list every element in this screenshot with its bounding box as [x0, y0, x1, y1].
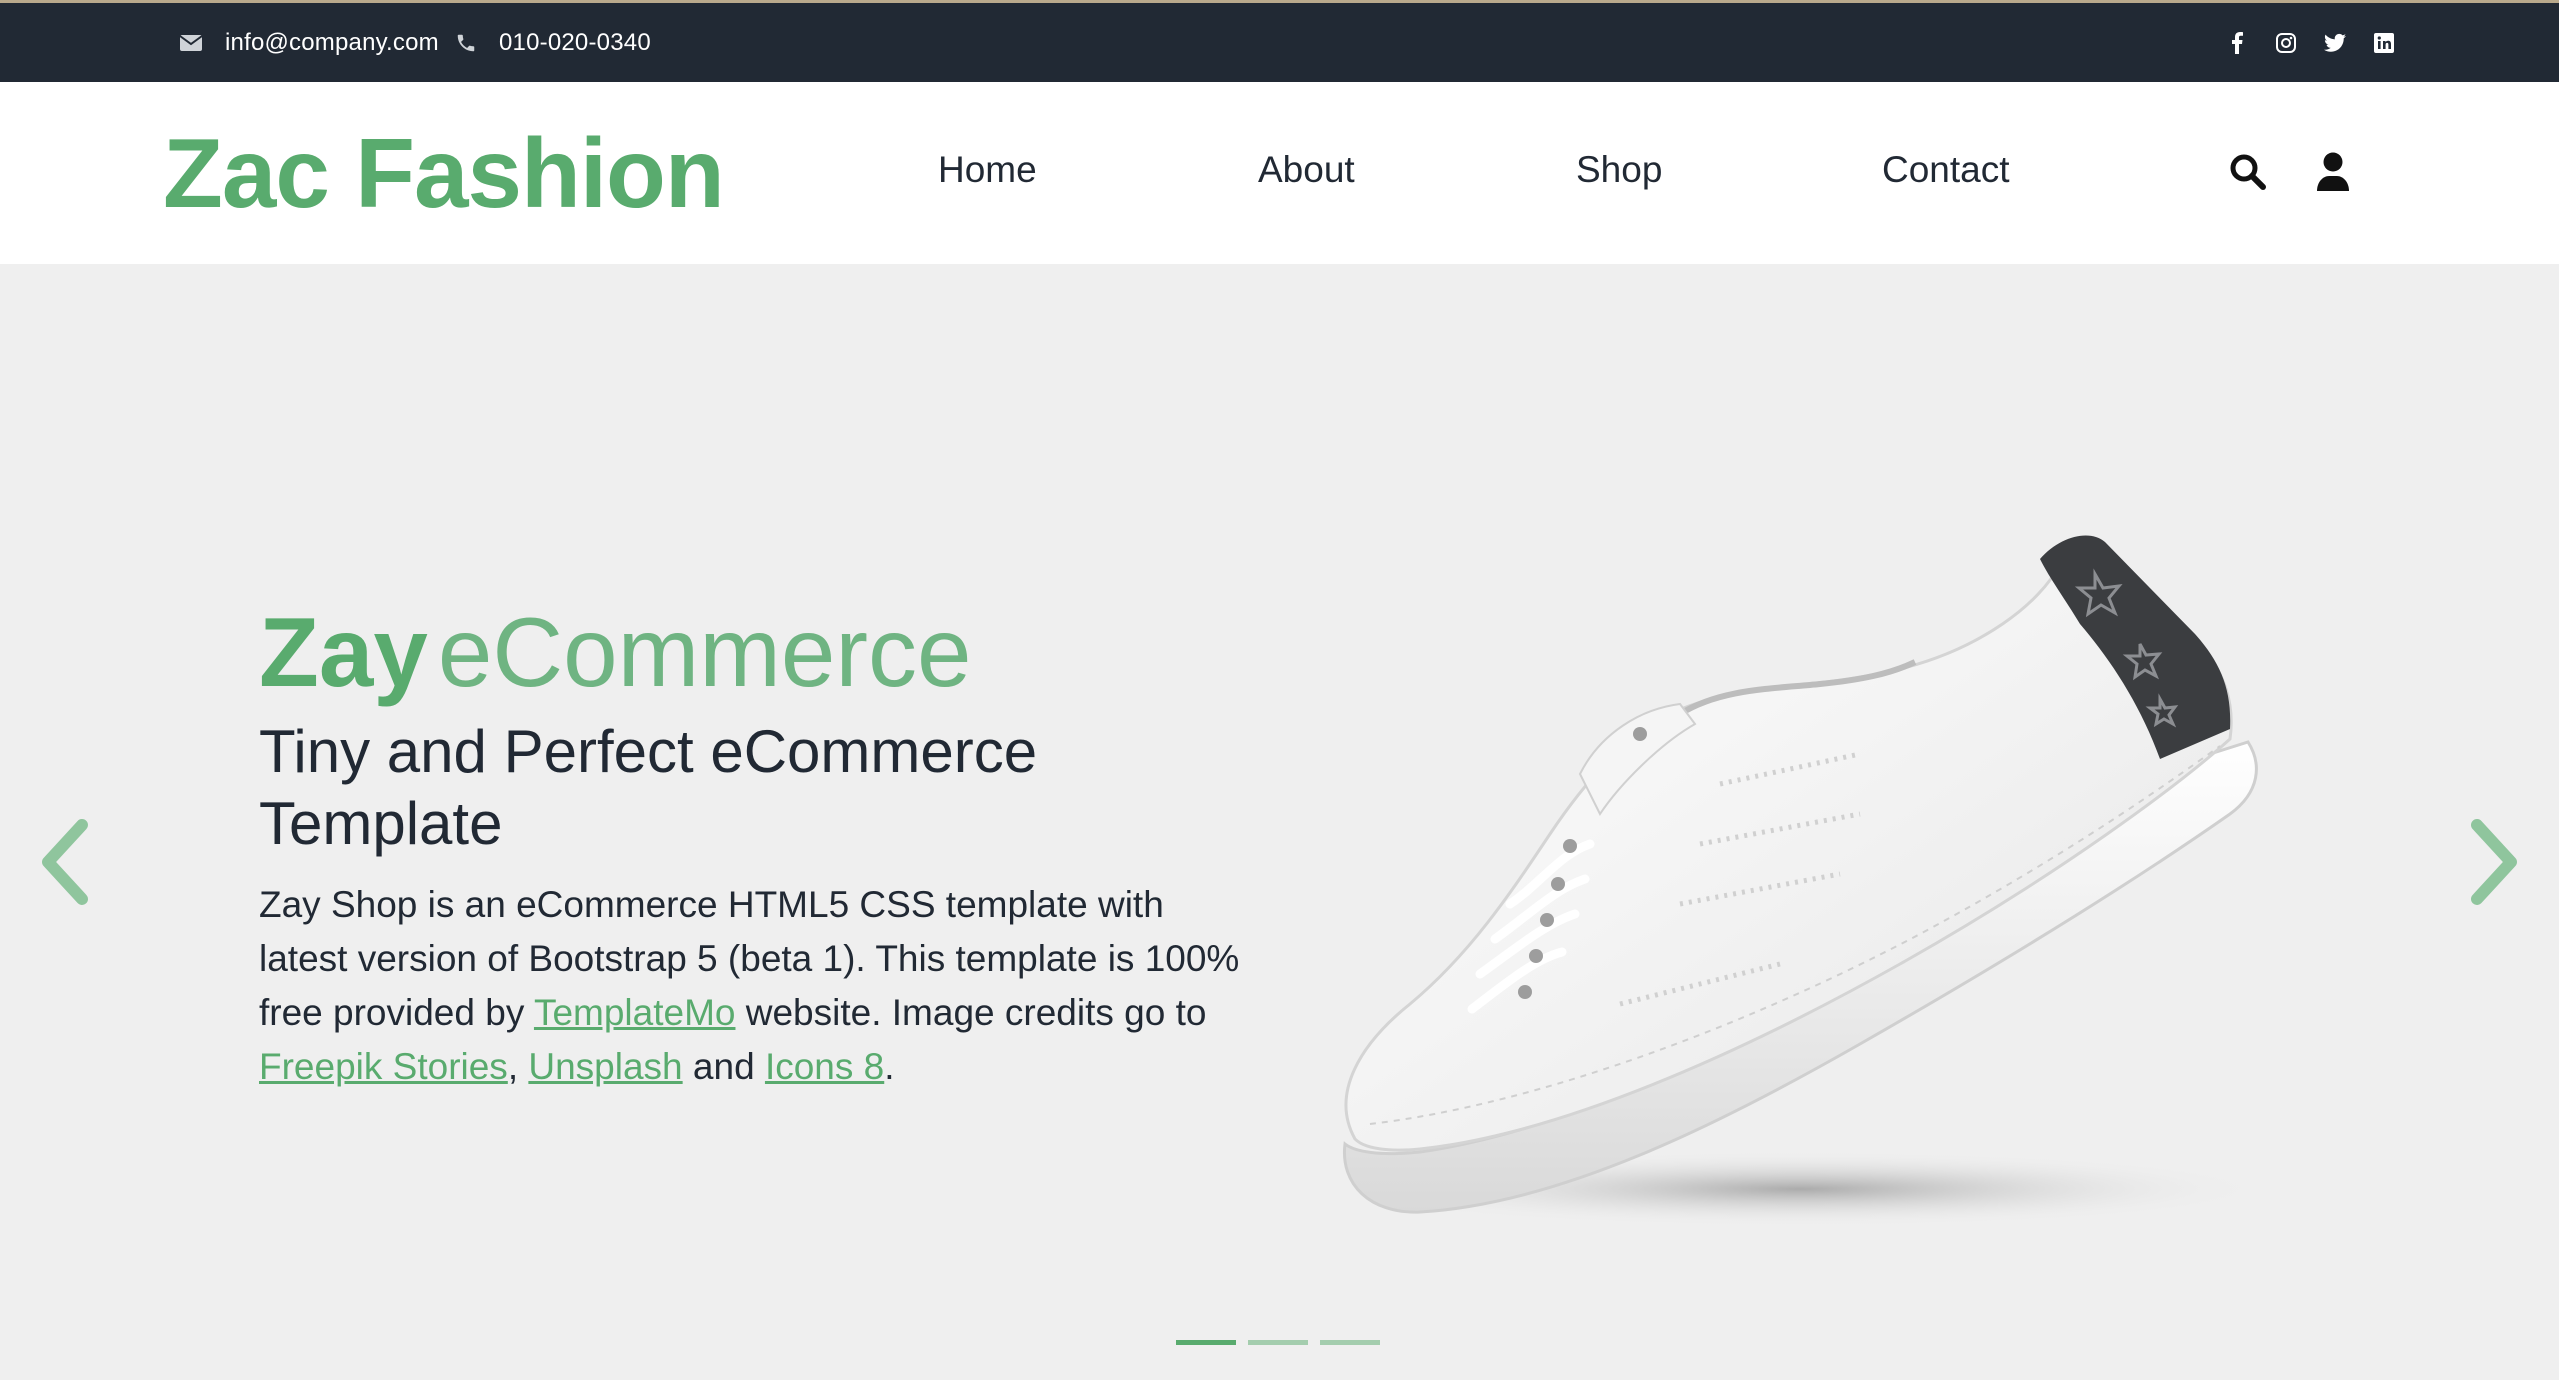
carousel-indicators	[1176, 1340, 1380, 1345]
instagram-icon[interactable]	[2275, 32, 2297, 54]
desc-comma: ,	[507, 1046, 529, 1087]
hero-title-bold: Zay	[259, 597, 428, 707]
envelope-icon	[179, 34, 203, 52]
hero-title-light: eCommerce	[437, 597, 972, 707]
brand-logo[interactable]: Zac Fashion	[163, 115, 725, 233]
main-navbar: Zac Fashion Home About Shop Contact	[0, 82, 2559, 264]
chevron-left-icon	[42, 819, 88, 905]
icons8-link[interactable]: Icons 8	[765, 1046, 884, 1087]
carousel-indicator-2[interactable]	[1248, 1340, 1308, 1345]
social-links	[2226, 3, 2395, 82]
carousel-prev-button[interactable]	[32, 812, 96, 912]
hero-subtitle: Tiny and Perfect eCommerce Template	[259, 718, 1038, 857]
search-icon[interactable]	[2226, 150, 2270, 194]
carousel-indicator-3[interactable]	[1320, 1340, 1380, 1345]
desc-and: and	[682, 1046, 765, 1087]
user-icon[interactable]	[2311, 150, 2355, 194]
twitter-icon[interactable]	[2324, 32, 2346, 54]
facebook-icon[interactable]	[2226, 31, 2248, 54]
desc-end: .	[884, 1046, 895, 1087]
email-link[interactable]: info@company.com	[179, 3, 439, 82]
top-info-bar: info@company.com 010-020-0340	[0, 0, 2559, 82]
phone-icon	[455, 32, 477, 54]
phone-link[interactable]: 010-020-0340	[455, 3, 651, 82]
chevron-right-icon	[2471, 819, 2517, 905]
hero-sneaker-image	[1330, 535, 2270, 1227]
nav-home[interactable]: Home	[938, 148, 1037, 192]
hero-description: Zay Shop is an eCommerce HTML5 CSS templ…	[259, 878, 1259, 1094]
unsplash-link[interactable]: Unsplash	[528, 1046, 682, 1087]
freepik-stories-link[interactable]: Freepik Stories	[259, 1046, 508, 1087]
carousel-next-button[interactable]	[2463, 812, 2527, 912]
email-text: info@company.com	[225, 28, 439, 56]
nav-contact[interactable]: Contact	[1882, 148, 2010, 192]
phone-text: 010-020-0340	[499, 28, 651, 56]
linkedin-icon[interactable]	[2373, 32, 2395, 54]
desc-text-2: website. Image credits go to	[735, 992, 1207, 1033]
carousel-indicator-1[interactable]	[1176, 1340, 1236, 1345]
hero-carousel: Zay eCommerce Tiny and Perfect eCommerce …	[0, 264, 2559, 1380]
hero-title: Zay eCommerce	[259, 594, 972, 712]
nav-about[interactable]: About	[1258, 148, 1355, 192]
nav-shop[interactable]: Shop	[1576, 148, 1662, 192]
templatemo-link[interactable]: TemplateMo	[534, 992, 736, 1033]
